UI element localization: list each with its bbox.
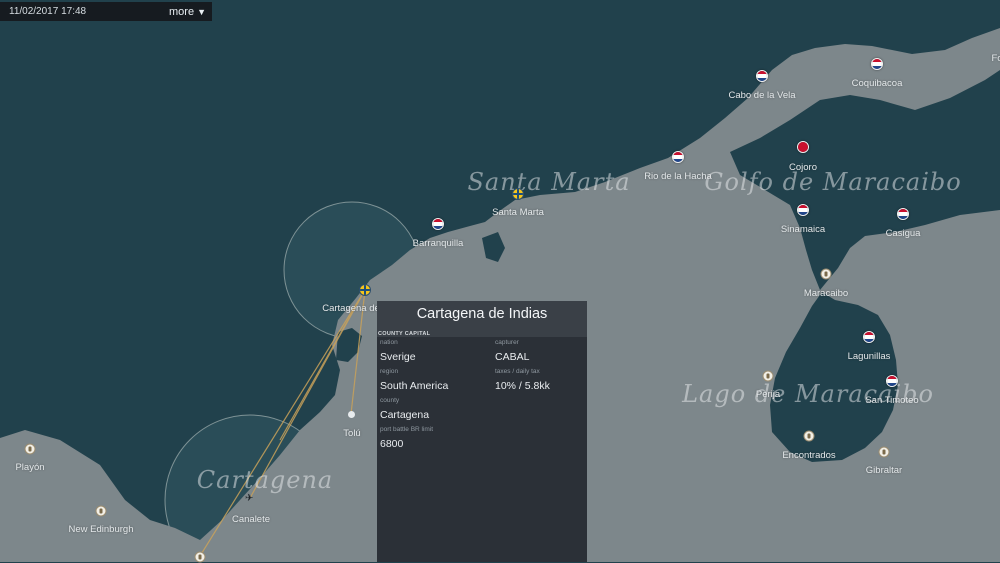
port-label-perija[interactable]: Perija (756, 389, 780, 400)
port-label-barranquilla[interactable]: Barranquilla (413, 238, 464, 249)
field-value: CABAL (495, 351, 530, 363)
red-white-blue-flag-icon[interactable] (886, 375, 898, 387)
free-town-icon[interactable] (878, 446, 890, 458)
field-value: Sverige (380, 351, 416, 363)
red-white-blue-flag-icon[interactable] (897, 208, 909, 220)
field-value: South America (380, 380, 449, 392)
port-fields: nation Sverige capturer CABAL region Sou… (377, 337, 587, 455)
free-town-icon[interactable] (95, 505, 107, 517)
port-label-encontrados[interactable]: Encontrados (782, 450, 835, 461)
port-info-panel: Cartagena de Indias COUNTY CAPITAL natio… (377, 301, 587, 562)
field-empty (495, 397, 590, 426)
field-nation: nation Sverige (380, 339, 495, 368)
free-town-icon[interactable] (194, 551, 206, 563)
free-town-icon[interactable] (762, 370, 774, 382)
port-label-tolu[interactable]: Tolú (343, 428, 360, 439)
port-label-new-edinburgh[interactable]: New Edinburgh (69, 524, 134, 535)
port-label-gibraltar[interactable]: Gibraltar (866, 465, 902, 476)
red-white-blue-flag-icon[interactable] (432, 218, 444, 230)
red-flag-icon[interactable] (797, 141, 809, 153)
field-region: region South America (380, 368, 495, 397)
port-label-cojoro[interactable]: Cojoro (789, 162, 817, 173)
white-dot-icon[interactable] (348, 411, 355, 418)
port-label-playon[interactable]: Playón (15, 462, 44, 473)
red-white-blue-flag-icon[interactable] (672, 151, 684, 163)
port-label-maracaibo[interactable]: Maracaibo (804, 288, 848, 299)
field-county: county Cartagena (380, 397, 495, 426)
port-label-cartagena[interactable]: Cartagena de (322, 303, 380, 314)
yellow-cross-flag-icon[interactable] (512, 188, 524, 200)
ship-icon[interactable]: ✈ (245, 494, 253, 504)
port-label-santa-marta[interactable]: Santa Marta (492, 207, 544, 218)
field-value: 6800 (380, 438, 404, 450)
field-key: taxes / daily tax (495, 368, 540, 375)
field-value: Cartagena (380, 409, 430, 421)
server-datetime: 11/02/2017 17:48 (9, 6, 87, 17)
region-label-cartagena: Cartagena (196, 466, 334, 494)
port-label-coquibacoa[interactable]: Coquibacoa (852, 78, 903, 89)
region-label-golfo-de-maracaibo: Golfo de Maracaibo (704, 168, 962, 196)
field-capturer: capturer CABAL (495, 339, 590, 368)
port-label-edge[interactable]: Fo (991, 53, 1000, 64)
port-label-cabo-de-la-vela[interactable]: Cabo de la Vela (728, 90, 795, 101)
port-label-sinamaica[interactable]: Sinamaica (781, 224, 825, 235)
field-br-limit: port battle BR limit 6800 (380, 426, 495, 455)
more-label: more (169, 5, 195, 18)
port-label-canalete[interactable]: Canalete (232, 514, 270, 525)
red-white-blue-flag-icon[interactable] (871, 58, 883, 70)
region-label-santa-marta: Santa Marta (467, 168, 631, 196)
free-town-icon[interactable] (820, 268, 832, 280)
yellow-cross-flag-icon[interactable] (359, 284, 371, 296)
red-white-blue-flag-icon[interactable] (863, 331, 875, 343)
field-key: region (380, 368, 399, 375)
free-town-icon[interactable] (803, 430, 815, 442)
red-white-blue-flag-icon[interactable] (797, 204, 809, 216)
field-key: port battle BR limit (380, 426, 434, 433)
field-key: nation (380, 339, 398, 346)
red-white-blue-flag-icon[interactable] (756, 70, 768, 82)
port-label-lagunillas[interactable]: Lagunillas (848, 351, 891, 362)
free-town-icon[interactable] (24, 443, 36, 455)
more-button[interactable]: more ▼ (169, 6, 206, 18)
field-key: capturer (495, 339, 519, 346)
field-value: 10% / 5.8kk (495, 380, 550, 392)
port-label-rio-de-la-hacha[interactable]: Rio de la Hacha (644, 171, 712, 182)
port-label-casigua[interactable]: Casigua (886, 228, 921, 239)
field-key: county (380, 397, 400, 404)
caret-down-icon: ▼ (197, 6, 206, 17)
field-taxes: taxes / daily tax 10% / 5.8kk (495, 368, 590, 397)
port-label-san-timoteo[interactable]: San Timoteo (865, 395, 918, 406)
top-bar: 11/02/2017 17:48 more ▼ (0, 2, 212, 21)
